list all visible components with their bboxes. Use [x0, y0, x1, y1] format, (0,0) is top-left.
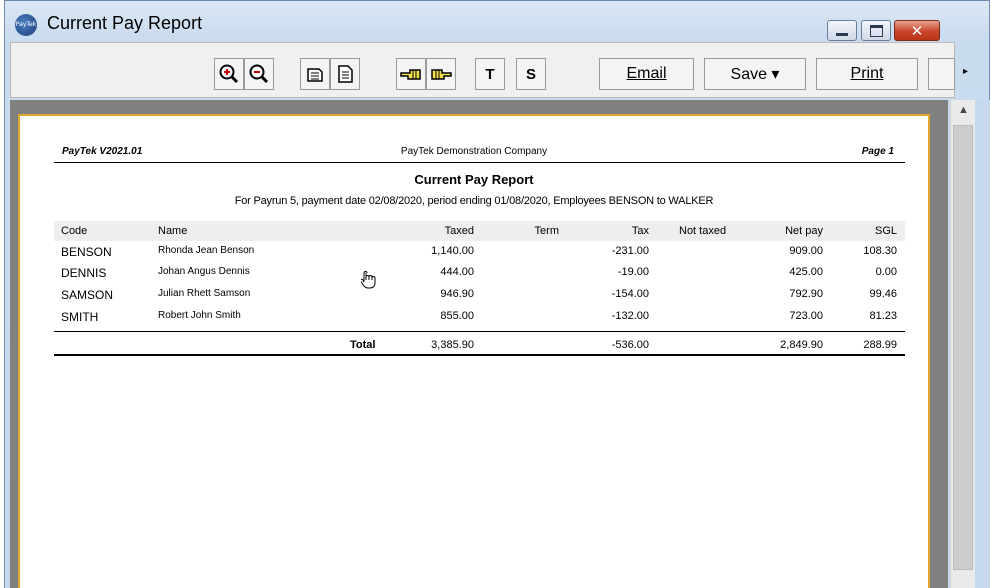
toolbar: T S Email Save ▾ Print: [10, 42, 955, 98]
page-number: Page 1: [861, 146, 894, 157]
total-row: Total 3,385.90 -536.00 2,849.90 288.99: [24, 339, 924, 360]
table-row: BENSON Rhonda Jean Benson 1,140.00 -231.…: [24, 245, 924, 266]
whole-page-icon: [338, 65, 353, 83]
company-name: PayTek Demonstration Company: [400, 146, 548, 157]
save-button[interactable]: Save ▾: [704, 58, 806, 90]
total-label: Total: [350, 339, 376, 351]
previous-page-button[interactable]: [396, 58, 426, 90]
column-header-name: Name: [158, 225, 188, 237]
row-net-pay: 909.00: [789, 245, 823, 257]
scroll-up-icon[interactable]: ▲: [951, 104, 976, 116]
row-sgl: 0.00: [875, 266, 897, 278]
zoom-in-button[interactable]: [214, 58, 244, 90]
column-header-term: Term: [534, 225, 559, 237]
maximize-button[interactable]: [861, 20, 891, 41]
row-taxed: 946.90: [440, 288, 474, 300]
row-tax: -231.00: [611, 245, 649, 257]
report-subtitle: For Payrun 5, payment date 02/08/2020, p…: [234, 195, 714, 207]
row-name: Julian Rhett Samson: [158, 288, 251, 299]
row-net-pay: 792.90: [789, 288, 823, 300]
zoom-in-icon: [219, 64, 239, 84]
row-net-pay: 425.00: [789, 266, 823, 278]
hand-pointing-left-icon: [400, 69, 421, 80]
row-code: BENSON: [61, 245, 112, 259]
column-header-code: Code: [61, 225, 88, 237]
table-row: SAMSON Julian Rhett Samson 946.90 -154.0…: [24, 288, 924, 309]
overflow-toolbar-button[interactable]: [928, 58, 955, 90]
zoom-out-button[interactable]: [244, 58, 274, 90]
column-header-tax: Tax: [631, 225, 649, 237]
vertical-scrollbar[interactable]: ▲: [950, 100, 976, 588]
row-sgl: 108.30: [863, 245, 897, 257]
maximize-icon: [869, 24, 883, 37]
column-header-not-taxed: Not taxed: [679, 225, 727, 237]
row-code: SAMSON: [61, 288, 114, 302]
paytek-app-icon: PayTek: [15, 14, 37, 36]
t-button[interactable]: T: [475, 58, 505, 90]
total-tax: -536.00: [611, 339, 649, 351]
column-header-sgl: SGL: [874, 225, 897, 237]
table-row: SMITH Robert John Smith 855.00 -132.00 7…: [24, 310, 924, 331]
row-tax: -154.00: [611, 288, 649, 300]
print-button[interactable]: Print: [816, 58, 918, 90]
next-page-button[interactable]: [426, 58, 456, 90]
row-net-pay: 723.00: [789, 310, 823, 322]
window-title: Current Pay Report: [47, 13, 203, 33]
total-underline: [54, 354, 905, 356]
row-name: Robert John Smith: [158, 310, 241, 321]
close-button[interactable]: ✕: [894, 20, 940, 41]
zoom-out-icon: [249, 64, 269, 84]
row-name: Rhonda Jean Benson: [158, 245, 255, 256]
column-header-taxed: Taxed: [444, 225, 474, 237]
header-divider: [54, 162, 905, 163]
hand-cursor-icon: [361, 271, 376, 289]
window-right-edge: [975, 100, 990, 588]
report-title: Current Pay Report: [414, 172, 534, 187]
total-divider: [54, 331, 905, 332]
column-header-net-pay: Net pay: [785, 225, 823, 237]
whole-page-button[interactable]: [330, 58, 360, 90]
minimize-icon: [836, 33, 848, 36]
total-net-pay: 2,849.90: [780, 339, 823, 351]
row-taxed: 855.00: [440, 310, 474, 322]
title-bar[interactable]: PayTek Current Pay Report ✕: [5, 1, 989, 43]
total-sgl: 288.99: [863, 339, 897, 351]
table-row: DENNIS Johan Angus Dennis 444.00 -19.00 …: [24, 266, 924, 287]
row-code: DENNIS: [61, 266, 107, 280]
row-code: SMITH: [61, 310, 99, 324]
row-taxed: 444.00: [440, 266, 474, 278]
minimize-button[interactable]: [827, 20, 857, 41]
close-icon: ✕: [910, 21, 924, 40]
row-sgl: 99.46: [869, 288, 897, 300]
page-width-button[interactable]: [300, 58, 330, 90]
row-taxed: 1,140.00: [431, 245, 474, 257]
s-button[interactable]: S: [516, 58, 546, 90]
row-sgl: 81.23: [869, 310, 897, 322]
toolbar-overflow-icon[interactable]: ▸: [963, 66, 968, 77]
email-button[interactable]: Email: [599, 58, 694, 90]
row-name: Johan Angus Dennis: [158, 266, 250, 277]
report-page: PayTek V2021.01 PayTek Demonstration Com…: [24, 120, 924, 588]
hand-pointing-right-icon: [431, 69, 452, 80]
total-taxed: 3,385.90: [431, 339, 474, 351]
row-tax: -19.00: [617, 266, 649, 278]
scrollbar-thumb[interactable]: [953, 125, 973, 570]
page-width-icon: [307, 68, 323, 82]
row-tax: -132.00: [611, 310, 649, 322]
